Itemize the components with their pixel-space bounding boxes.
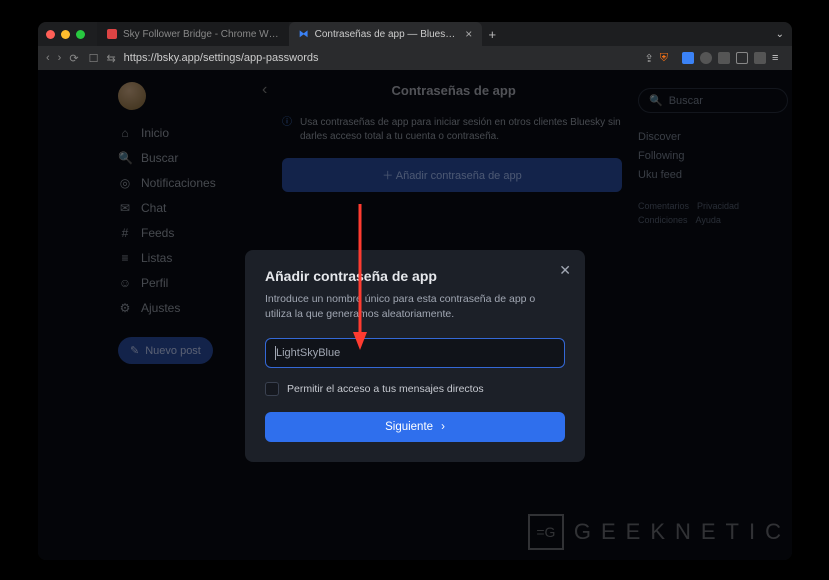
- forward-icon[interactable]: ›: [58, 52, 62, 65]
- next-label: Siguiente: [385, 421, 433, 433]
- modal-backdrop: ✕ Añadir contraseña de app Introduce un …: [38, 70, 792, 560]
- modal-title: Añadir contraseña de app: [265, 268, 565, 284]
- minimize-window-icon[interactable]: [61, 30, 70, 39]
- url-text[interactable]: https://bsky.app/settings/app-passwords: [124, 52, 319, 64]
- new-tab-button[interactable]: +: [482, 27, 502, 42]
- chevron-right-icon: ›: [441, 421, 445, 433]
- password-name-input[interactable]: LightSkyBlue: [265, 338, 565, 368]
- password-name-value: LightSkyBlue: [276, 347, 340, 359]
- extension-icon[interactable]: [754, 52, 766, 64]
- browser-tab-1[interactable]: ⧓ Contraseñas de app — Blues… ×: [289, 22, 483, 46]
- reload-icon[interactable]: ⟳: [69, 52, 78, 65]
- tab-strip: Sky Follower Bridge - Chrome W… ⧓ Contra…: [38, 22, 792, 46]
- bookmark-icon[interactable]: ☐: [89, 52, 99, 65]
- tab-label: Sky Follower Bridge - Chrome W…: [123, 29, 279, 40]
- watermark: =G GEEKNETIC: [528, 514, 791, 550]
- watermark-logo-icon: =G: [528, 514, 564, 550]
- close-window-icon[interactable]: [46, 30, 55, 39]
- checkbox-icon[interactable]: [265, 382, 279, 396]
- dm-access-checkbox-row[interactable]: Permitir el acceso a tus mensajes direct…: [265, 382, 565, 396]
- share-icon[interactable]: ⇪: [645, 52, 654, 65]
- extension-icon[interactable]: [700, 52, 712, 64]
- modal-description: Introduce un nombre único para esta cont…: [265, 292, 565, 322]
- close-tab-icon[interactable]: ×: [465, 27, 472, 41]
- chevron-down-icon[interactable]: ⌄: [776, 29, 784, 40]
- tab-label: Contraseñas de app — Blues…: [315, 29, 456, 40]
- extension-icon[interactable]: [718, 52, 730, 64]
- menu-icon[interactable]: ≡: [772, 52, 784, 64]
- tab-favicon-icon: ⧓: [299, 29, 309, 40]
- browser-tab-0[interactable]: Sky Follower Bridge - Chrome W…: [97, 22, 289, 46]
- add-app-password-modal: ✕ Añadir contraseña de app Introduce un …: [245, 250, 585, 462]
- next-button[interactable]: Siguiente ›: [265, 412, 565, 442]
- maximize-window-icon[interactable]: [76, 30, 85, 39]
- shield-icon[interactable]: ⛨: [660, 52, 668, 65]
- back-icon[interactable]: ‹: [46, 52, 50, 65]
- extension-icon[interactable]: [736, 52, 748, 64]
- checkbox-label: Permitir el acceso a tus mensajes direct…: [287, 383, 484, 395]
- site-settings-icon[interactable]: ⇆: [106, 52, 115, 65]
- tab-favicon-icon: [107, 29, 117, 39]
- window-controls: [46, 30, 85, 39]
- extension-icon[interactable]: [682, 52, 694, 64]
- close-modal-icon[interactable]: ✕: [559, 262, 571, 279]
- url-bar: ‹ › ⟳ ☐ ⇆ https://bsky.app/settings/app-…: [38, 46, 792, 70]
- watermark-text: GEEKNETIC: [574, 519, 791, 545]
